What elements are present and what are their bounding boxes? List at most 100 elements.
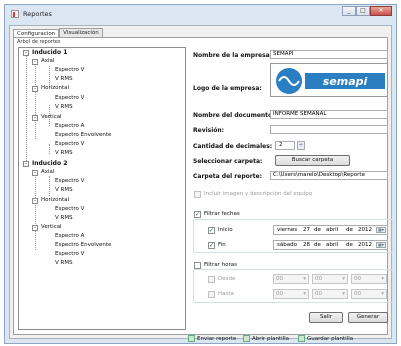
tree-node-leaf[interactable]: V RMS xyxy=(55,104,73,110)
fin-weekday: sábado xyxy=(277,242,297,248)
documento-field[interactable]: INFORME SEMANAL xyxy=(270,110,388,119)
hasta-hour-select[interactable]: 00 xyxy=(273,289,309,299)
generar-button[interactable]: Generar xyxy=(348,312,388,323)
tree-node-leaf[interactable]: Espectro A xyxy=(55,123,84,129)
hasta-label: Hasta xyxy=(218,291,234,297)
carpeta-field[interactable]: C:\Users\marelo\Desktop\Reporte xyxy=(270,171,388,180)
inicio-date-picker[interactable]: viernes 27 de abril de 2012 ▦▾ xyxy=(273,225,388,235)
inicio-day: 27 xyxy=(303,227,310,233)
tree-node-horizontal[interactable]: Horizontal xyxy=(41,197,69,203)
inicio-year: 2012 xyxy=(358,227,372,233)
tree-node-leaf[interactable]: V RMS xyxy=(55,215,73,221)
inicio-month: abril xyxy=(326,227,339,233)
fin-de: de xyxy=(346,242,353,248)
collapse-icon[interactable]: – xyxy=(32,170,38,176)
inicio-de: de xyxy=(346,227,353,233)
decimales-label: Cantidad de decimales: xyxy=(193,143,273,150)
tree-line xyxy=(49,176,50,196)
tree-node-leaf[interactable]: Espectro Envolvente xyxy=(55,242,111,248)
report-tree[interactable]: – Inducido 1 – Axial Espectro V V RMS – … xyxy=(18,47,186,330)
tree-line xyxy=(49,66,50,87)
tree-node-leaf[interactable]: V RMS xyxy=(55,187,73,193)
hasta-minute-select[interactable]: 00 xyxy=(312,289,348,299)
incluir-imagen-checkbox[interactable] xyxy=(194,191,201,198)
tree-line xyxy=(49,144,50,154)
tree-node-axial[interactable]: Axial xyxy=(41,169,54,175)
tree-node-leaf[interactable]: V RMS xyxy=(55,150,73,156)
hasta-checkbox[interactable] xyxy=(208,291,215,298)
enviar-reporte-label: Enviar reporte xyxy=(197,335,237,342)
buscar-carpeta-button[interactable]: Buscar carpeta xyxy=(275,155,350,166)
tree-line xyxy=(26,55,27,161)
empresa-label: Nombre de la empresa: xyxy=(193,52,273,59)
guardar-plantilla-label: Guardar plantilla xyxy=(307,335,354,342)
fin-date-picker[interactable]: sábado 28 de abril de 2012 ▦▾ xyxy=(273,240,388,250)
tree-node-vertical[interactable]: Vertical xyxy=(41,224,62,230)
tree-node-leaf[interactable]: Espectro A xyxy=(55,233,84,239)
save-icon xyxy=(298,335,305,342)
tree-node-leaf[interactable]: V RMS xyxy=(55,76,73,82)
tree-node-leaf[interactable]: Espectro V xyxy=(55,67,84,73)
collapse-icon[interactable]: – xyxy=(23,50,29,56)
incluir-imagen-label: Incluir imagen y descripción del equipo xyxy=(204,191,313,197)
tree-node-leaf[interactable]: Espectro V xyxy=(55,251,84,257)
hasta-second-select[interactable]: 00 xyxy=(351,289,387,299)
collapse-icon[interactable]: – xyxy=(32,225,38,231)
collapse-icon[interactable]: – xyxy=(32,198,38,204)
tree-node-leaf[interactable]: Espectro V xyxy=(55,178,84,184)
tree-node-leaf[interactable]: Espectro V xyxy=(55,95,84,101)
collapse-icon[interactable]: – xyxy=(32,86,38,92)
tree-node-leaf[interactable]: Espectro V xyxy=(55,141,84,147)
revision-label: Revisión: xyxy=(193,127,225,134)
semapi-logo-icon: semapi xyxy=(276,68,385,94)
calendar-icon[interactable]: ▦▾ xyxy=(376,227,386,233)
revision-field[interactable] xyxy=(270,125,388,134)
title-bar: Reportes _ □ ✕ xyxy=(5,5,396,23)
reportes-window: Reportes _ □ ✕ Configuracion Visualizaci… xyxy=(4,4,397,344)
minimize-button[interactable]: _ xyxy=(342,6,356,16)
inicio-weekday: viernes xyxy=(277,227,298,233)
tree-node-leaf[interactable]: Espectro Envolvente xyxy=(55,132,111,138)
tree-node-axial[interactable]: Axial xyxy=(41,58,54,64)
fin-label: Fin xyxy=(218,242,226,248)
tree-node-vertical[interactable]: Vertical xyxy=(41,114,62,120)
filtrar-horas-label: Filtrar horas xyxy=(204,262,237,268)
maximize-button[interactable]: □ xyxy=(356,6,370,16)
salir-button[interactable]: Salir xyxy=(309,312,343,323)
tree-node-horizontal[interactable]: Horizontal xyxy=(41,85,69,91)
desde-label: Desde xyxy=(218,276,236,282)
window-title: Reportes xyxy=(23,10,52,18)
collapse-icon[interactable]: – xyxy=(23,161,29,167)
tree-node-leaf[interactable]: V RMS xyxy=(55,260,73,266)
collapse-icon[interactable]: – xyxy=(32,59,38,65)
calendar-icon[interactable]: ▦▾ xyxy=(376,242,386,248)
guardar-plantilla-link[interactable]: Guardar plantilla xyxy=(298,335,353,342)
tree-node-inducido-1[interactable]: Inducido 1 xyxy=(32,49,67,56)
enviar-reporte-link[interactable]: Enviar reporte xyxy=(188,335,236,342)
logo-label: Logo de la empresa: xyxy=(193,85,262,92)
desde-checkbox[interactable] xyxy=(208,276,215,283)
decimales-input[interactable]: 2 xyxy=(275,141,295,150)
carpeta-label: Carpeta del reporte: xyxy=(193,173,263,180)
abrir-plantilla-link[interactable]: Abrir plantilla xyxy=(243,335,289,342)
desde-second-select[interactable]: 00 xyxy=(351,274,387,284)
fin-de: de xyxy=(314,242,321,248)
tree-line xyxy=(35,172,36,250)
empresa-field[interactable]: SEMAPI xyxy=(270,50,388,59)
tree-node-inducido-2[interactable]: Inducido 2 xyxy=(32,160,67,167)
collapse-icon[interactable]: – xyxy=(32,115,38,121)
close-button[interactable]: ✕ xyxy=(370,6,392,16)
company-logo[interactable]: semapi xyxy=(270,63,388,97)
filtrar-fechas-checkbox[interactable]: ✓ xyxy=(194,211,201,218)
tree-node-leaf[interactable]: Espectro V xyxy=(55,206,84,212)
desde-hour-select[interactable]: 00 xyxy=(273,274,309,284)
decimales-spinner[interactable]: ÷ xyxy=(297,141,305,150)
app-icon xyxy=(11,10,19,18)
desde-minute-select[interactable]: 00 xyxy=(312,274,348,284)
filtrar-horas-checkbox[interactable] xyxy=(194,262,201,269)
send-icon xyxy=(188,335,195,342)
tab-visualizacion[interactable]: Visualización xyxy=(59,28,103,37)
fin-checkbox[interactable]: ✓ xyxy=(208,242,215,249)
open-icon xyxy=(243,335,250,342)
inicio-checkbox[interactable]: ✓ xyxy=(208,227,215,234)
